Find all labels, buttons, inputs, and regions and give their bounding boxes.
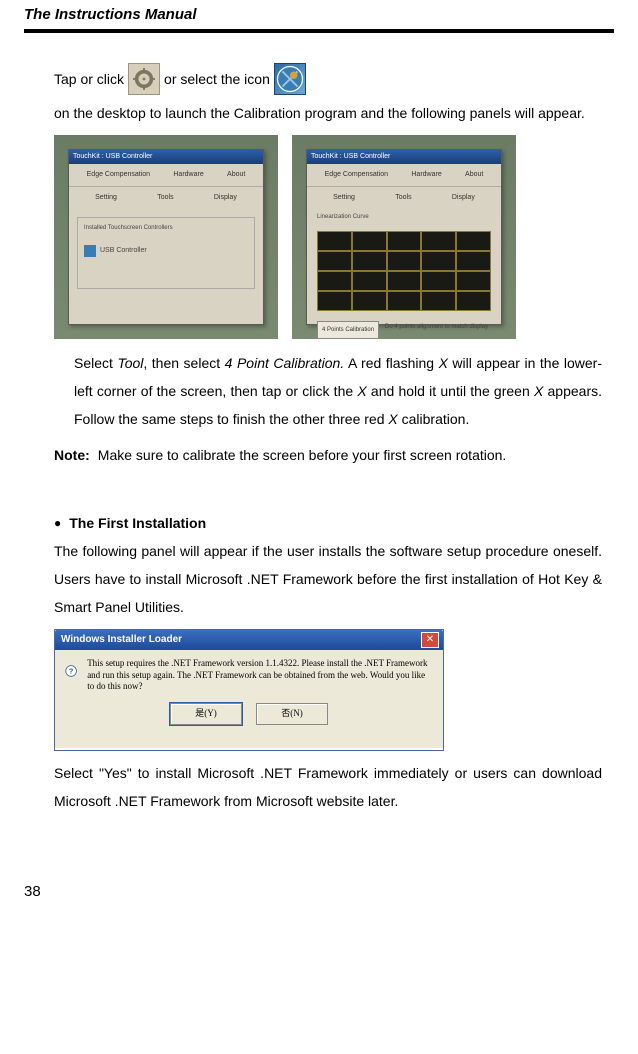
installer-buttons: 是(Y) 否(N) (65, 703, 433, 725)
screenshot-windows-installer: Windows Installer Loader ✕ ? This setup … (54, 629, 444, 751)
intro-text-1: Tap or click (54, 65, 124, 93)
marker-x: X (388, 411, 397, 427)
installer-titlebar: Windows Installer Loader ✕ (55, 630, 443, 650)
page-content: Tap or click or select the icon (24, 33, 614, 843)
window-titlebar: TouchKit : USB Controller (69, 150, 263, 164)
page-title: The Instructions Manual (24, 6, 614, 29)
text: calibration. (398, 411, 470, 427)
touchkit-desktop-icon (274, 63, 306, 95)
bullet-icon: ● (54, 511, 61, 535)
page-header: The Instructions Manual (24, 0, 614, 33)
screenshot-window: TouchKit : USB Controller Edge Compensat… (68, 149, 264, 325)
after-installer-text: Select "Yes" to install Microsoft .NET F… (54, 759, 602, 815)
no-button: 否(N) (256, 703, 328, 725)
installer-message-row: ? This setup requires the .NET Framework… (65, 658, 433, 693)
window-body: Installed Touchscreen Controllers USB Co… (69, 209, 263, 297)
window-tabs: Edge Compensation Hardware About (69, 164, 263, 187)
linearization-grid (317, 231, 491, 311)
window-tabs-row2: Setting Tools Display (69, 187, 263, 209)
text: Select (74, 355, 117, 371)
question-icon: ? (65, 658, 77, 684)
note-label: Note: (54, 441, 90, 469)
tab-item: About (227, 168, 245, 182)
intro-text-3: on the desktop to launch the Calibration… (54, 99, 585, 127)
tab-item: Display (452, 191, 475, 205)
tab-item: Setting (95, 191, 117, 205)
four-point-button: 4 Points Calibration (317, 321, 379, 339)
section-title: The First Installation (69, 509, 206, 537)
window-tabs-row2: Setting Tools Display (307, 187, 501, 209)
four-point-desc: Do 4 points alignment to match display (383, 321, 488, 339)
section-heading: ● The First Installation (54, 509, 602, 537)
text: A red flashing (344, 355, 438, 371)
tab-item: Hardware (411, 168, 441, 182)
note-text: Make sure to calibrate the screen before… (98, 441, 507, 469)
calibration-buttons: 4 Points Calibration Do 4 points alignme… (307, 317, 501, 339)
close-icon: ✕ (421, 632, 439, 648)
menu-item-name: 4 Point Calibration. (225, 355, 345, 371)
marker-x: X (439, 355, 448, 371)
text: , then select (143, 355, 224, 371)
screenshot-usb-controller-main: TouchKit : USB Controller Edge Compensat… (54, 135, 278, 339)
tab-item: Tools (395, 191, 411, 205)
text: and hold it until the green (367, 383, 534, 399)
tab-item: Edge Compensation (325, 168, 388, 182)
window-tabs: Edge Compensation Hardware About (307, 164, 501, 187)
tool-name: Tool (117, 355, 143, 371)
usb-icon (84, 245, 96, 257)
calibration-target-icon (128, 63, 160, 95)
tab-item: Edge Compensation (87, 168, 150, 182)
installer-message: This setup requires the .NET Framework v… (87, 658, 433, 693)
document-page: The Instructions Manual Tap or click or … (0, 0, 638, 920)
svg-text:?: ? (69, 667, 74, 676)
screenshots-row: TouchKit : USB Controller Edge Compensat… (54, 135, 602, 339)
marker-x: X (357, 383, 366, 399)
page-number: 38 (24, 883, 614, 900)
window-titlebar: TouchKit : USB Controller (307, 150, 501, 164)
controller-item: USB Controller (100, 244, 147, 258)
section-body: The following panel will appear if the u… (54, 537, 602, 621)
tab-item: Tools (157, 191, 173, 205)
intro-paragraph: Tap or click or select the icon (54, 63, 602, 127)
installer-title: Windows Installer Loader (59, 630, 182, 650)
note-row: Note: Make sure to calibrate the screen … (54, 441, 602, 469)
screenshot-window: TouchKit : USB Controller Edge Compensat… (306, 149, 502, 325)
curve-label: Linearization Curve (307, 209, 501, 225)
tab-item: About (465, 168, 483, 182)
tab-item: Display (214, 191, 237, 205)
installer-body: ? This setup requires the .NET Framework… (55, 650, 443, 748)
tab-item: Setting (333, 191, 355, 205)
intro-text-2: or select the icon (164, 65, 270, 93)
marker-x: X (534, 383, 543, 399)
tab-item: Hardware (173, 168, 203, 182)
yes-button: 是(Y) (170, 703, 242, 725)
screenshot-linearization-curve: TouchKit : USB Controller Edge Compensat… (292, 135, 516, 339)
group-label: Installed Touchscreen Controllers (84, 222, 248, 234)
calibration-instructions: Select Tool, then select 4 Point Calibra… (54, 349, 602, 433)
